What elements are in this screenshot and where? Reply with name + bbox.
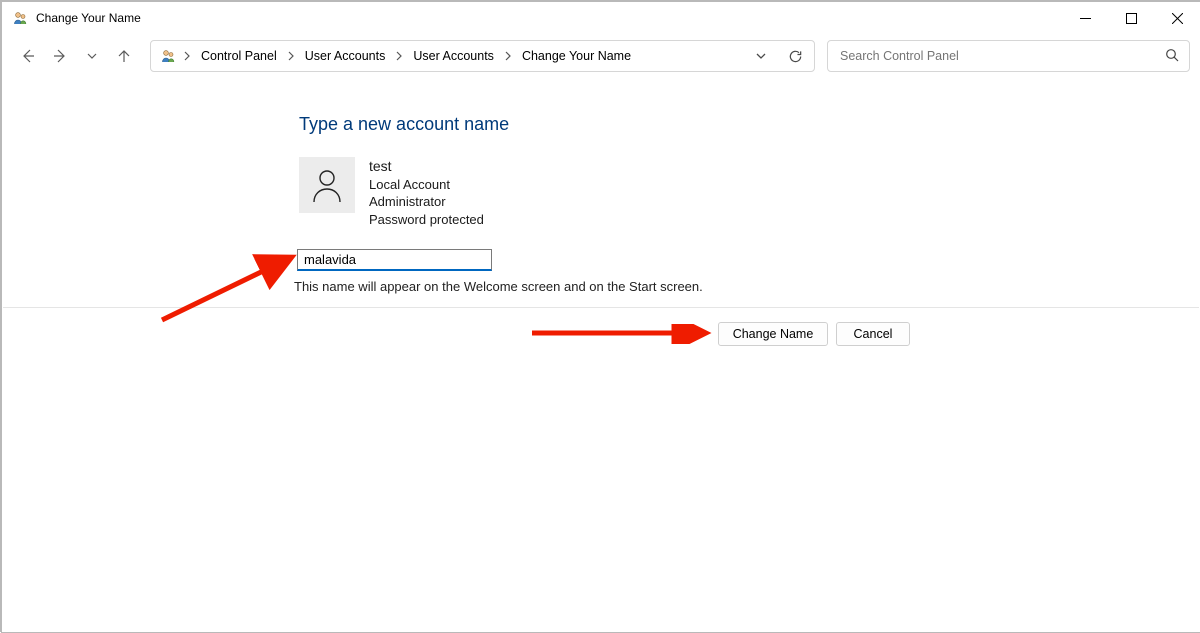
recent-locations-button[interactable] xyxy=(76,40,108,72)
new-name-input[interactable] xyxy=(297,249,492,271)
account-type: Local Account xyxy=(369,176,484,194)
breadcrumb-level2[interactable]: User Accounts xyxy=(409,49,498,63)
action-buttons: Change Name Cancel xyxy=(718,322,910,346)
title-bar: Change Your Name xyxy=(2,2,1200,34)
main-content: Type a new account name test Local Accou… xyxy=(2,78,1200,294)
account-role: Administrator xyxy=(369,193,484,211)
breadcrumb-current[interactable]: Change Your Name xyxy=(518,49,635,63)
search-icon[interactable] xyxy=(1165,48,1179,65)
divider xyxy=(3,307,1199,308)
chevron-right-icon[interactable] xyxy=(181,50,193,62)
back-button[interactable] xyxy=(12,40,44,72)
breadcrumb-root[interactable]: Control Panel xyxy=(197,49,281,63)
refresh-button[interactable] xyxy=(780,41,810,71)
cancel-button[interactable]: Cancel xyxy=(836,322,910,346)
chevron-right-icon[interactable] xyxy=(502,50,514,62)
page-title: Type a new account name xyxy=(299,114,1200,135)
address-history-button[interactable] xyxy=(746,41,776,71)
account-username: test xyxy=(369,157,484,176)
forward-button[interactable] xyxy=(44,40,76,72)
chevron-right-icon[interactable] xyxy=(393,50,405,62)
hint-text: This name will appear on the Welcome scr… xyxy=(294,279,1200,294)
breadcrumb-level1[interactable]: User Accounts xyxy=(301,49,390,63)
control-panel-icon xyxy=(159,47,177,65)
user-meta: test Local Account Administrator Passwor… xyxy=(369,157,484,229)
change-name-button[interactable]: Change Name xyxy=(718,322,828,346)
app-icon xyxy=(12,10,28,26)
address-bar[interactable]: Control Panel User Accounts User Account… xyxy=(150,40,815,72)
maximize-button[interactable] xyxy=(1108,2,1154,34)
user-block: test Local Account Administrator Passwor… xyxy=(299,157,1200,229)
search-input[interactable] xyxy=(838,48,1165,64)
close-button[interactable] xyxy=(1154,2,1200,34)
annotation-arrow xyxy=(529,324,714,344)
minimize-button[interactable] xyxy=(1062,2,1108,34)
up-button[interactable] xyxy=(108,40,140,72)
window-controls xyxy=(1062,2,1200,34)
search-box[interactable] xyxy=(827,40,1190,72)
window-title: Change Your Name xyxy=(36,11,141,25)
account-protection: Password protected xyxy=(369,211,484,229)
avatar xyxy=(299,157,355,213)
chevron-right-icon[interactable] xyxy=(285,50,297,62)
toolbar: Control Panel User Accounts User Account… xyxy=(2,34,1200,78)
